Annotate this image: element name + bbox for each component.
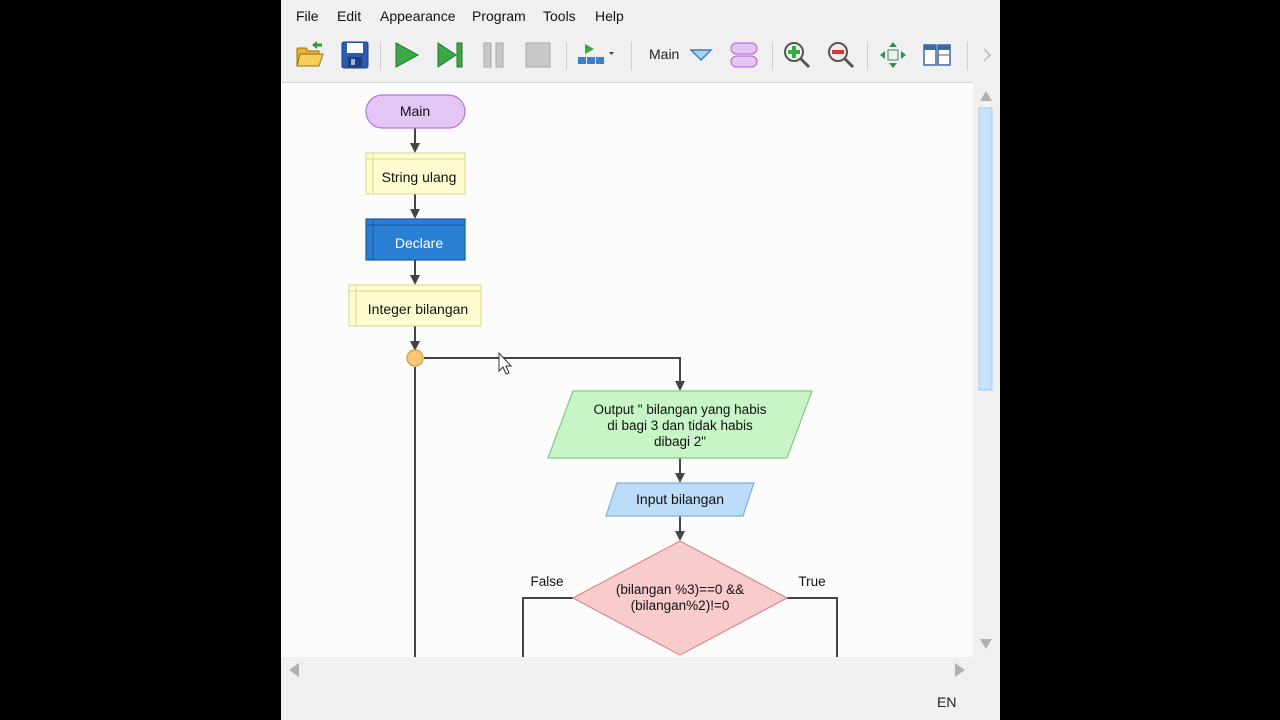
chevron-right-icon bbox=[983, 48, 992, 62]
flowchart-canvas[interactable]: Main String ulang Declare Integer bilang… bbox=[281, 82, 973, 657]
menu-help[interactable]: Help bbox=[595, 8, 624, 24]
zoom-out-button[interactable] bbox=[824, 38, 858, 72]
false-branch-label: False bbox=[530, 574, 563, 589]
scroll-up-icon[interactable] bbox=[980, 91, 992, 101]
declare-block[interactable]: Declare bbox=[365, 218, 466, 261]
zoom-out-icon bbox=[828, 42, 855, 69]
step-button[interactable] bbox=[433, 38, 467, 72]
input-label: Input bilangan bbox=[636, 491, 724, 507]
zoom-in-icon bbox=[784, 42, 811, 69]
output-block[interactable]: Output " bilangan yang habis di bagi 3 d… bbox=[547, 390, 813, 459]
flowchart-diagram: Main String ulang Declare Integer bilang… bbox=[348, 94, 838, 657]
menu-appearance[interactable]: Appearance bbox=[380, 8, 456, 24]
decision-block[interactable]: (bilangan %3)==0 && (bilangan%2)!=0 bbox=[571, 540, 789, 656]
decision-line-1: (bilangan %3)==0 && bbox=[616, 582, 744, 597]
output-line-3: dibagi 2" bbox=[654, 434, 706, 449]
output-line-2: di bagi 3 dan tidak habis bbox=[607, 418, 753, 433]
pause-button[interactable] bbox=[477, 38, 511, 72]
open-folder-icon bbox=[296, 41, 324, 67]
comment-block-2[interactable]: Integer bilangan bbox=[348, 284, 482, 327]
mouse-cursor-icon bbox=[498, 351, 513, 375]
loop-node[interactable] bbox=[406, 349, 424, 367]
status-bar: EN bbox=[281, 684, 1000, 720]
flowgorithm-window: File Edit Appearance Program Tools Help bbox=[281, 0, 1000, 720]
true-branch-label: True bbox=[798, 574, 825, 589]
comment-2-label: Integer bilangan bbox=[368, 301, 468, 317]
menu-tools[interactable]: Tools bbox=[543, 8, 576, 24]
horizontal-scrollbar-graphic bbox=[289, 663, 965, 677]
move-arrows-icon bbox=[880, 42, 906, 68]
stop-icon bbox=[525, 42, 551, 68]
output-line-1: Output " bilangan yang habis bbox=[594, 402, 767, 417]
run-mode-dropdown[interactable] bbox=[574, 38, 618, 72]
menu-file[interactable]: File bbox=[296, 8, 319, 24]
decision-line-2: (bilangan%2)!=0 bbox=[631, 598, 730, 613]
chevron-down-icon bbox=[689, 49, 713, 62]
menu-program[interactable]: Program bbox=[472, 8, 526, 24]
start-terminal[interactable]: Main bbox=[365, 94, 466, 129]
toolbar: Main bbox=[281, 34, 1000, 76]
panels-icon bbox=[923, 44, 951, 66]
vertical-scroll-thumb[interactable] bbox=[978, 107, 993, 391]
menu-edit[interactable]: Edit bbox=[337, 8, 361, 24]
scroll-left-icon[interactable] bbox=[289, 663, 299, 677]
input-block[interactable]: Input bilangan bbox=[605, 482, 755, 517]
save-button[interactable] bbox=[338, 38, 372, 72]
vertical-scrollbar[interactable] bbox=[975, 82, 997, 656]
open-button[interactable] bbox=[293, 38, 327, 72]
step-forward-icon bbox=[437, 42, 463, 68]
run-mode-icon bbox=[578, 44, 614, 64]
declare-label: Declare bbox=[395, 235, 443, 251]
functions-icon bbox=[730, 42, 758, 68]
start-label: Main bbox=[400, 103, 430, 119]
zoom-in-button[interactable] bbox=[780, 38, 814, 72]
windows-button[interactable] bbox=[920, 38, 954, 72]
stop-button[interactable] bbox=[521, 38, 555, 72]
function-dropdown-button[interactable] bbox=[684, 38, 718, 72]
horizontal-scrollbar[interactable] bbox=[281, 658, 973, 682]
play-icon bbox=[395, 42, 420, 68]
scroll-down-icon[interactable] bbox=[980, 639, 992, 649]
vertical-scrollbar-graphic bbox=[978, 91, 993, 649]
comment-block-1[interactable]: String ulang bbox=[365, 152, 466, 195]
scroll-right-icon[interactable] bbox=[955, 663, 965, 677]
save-icon bbox=[341, 41, 369, 69]
layout-button[interactable] bbox=[876, 38, 910, 72]
language-indicator[interactable]: EN bbox=[937, 694, 956, 710]
function-selector[interactable]: Main bbox=[649, 46, 679, 62]
manage-functions-button[interactable] bbox=[727, 38, 761, 72]
toolbar-overflow-button[interactable] bbox=[977, 38, 997, 72]
run-button[interactable] bbox=[389, 38, 423, 72]
comment-1-label: String ulang bbox=[382, 169, 457, 185]
pause-icon bbox=[483, 42, 504, 68]
menu-bar: File Edit Appearance Program Tools Help bbox=[281, 0, 1000, 32]
